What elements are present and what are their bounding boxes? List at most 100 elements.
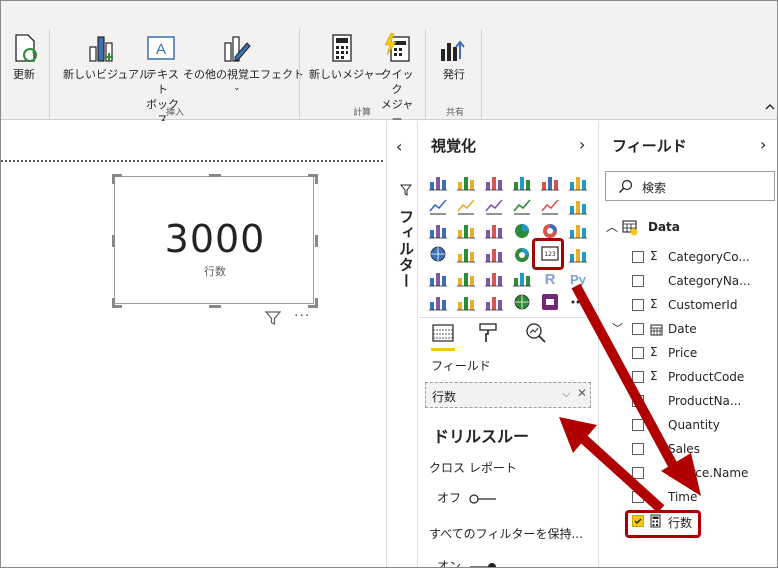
chevron-down-icon[interactable]: ⌵: [562, 387, 570, 401]
group-label-calc: 計算: [353, 108, 372, 118]
quick-measure-button[interactable]: クイック メジャー: [377, 31, 417, 126]
resize-handle[interactable]: [112, 174, 115, 184]
toggle-on-icon[interactable]: [469, 562, 497, 568]
field-checkbox[interactable]: [632, 251, 644, 263]
resize-handle[interactable]: [315, 235, 318, 247]
selected-field-highlight: [625, 510, 701, 538]
field-item[interactable]: Σ ProductCode: [600, 367, 777, 389]
funnel-chart-icon[interactable]: [455, 219, 477, 241]
keep-filters-label: すべてのフィルターを保持...: [429, 527, 583, 541]
drillthrough-title: ドリルスルー: [433, 427, 530, 446]
resize-handle[interactable]: [209, 174, 221, 177]
more-options-icon[interactable]: ···: [294, 308, 310, 324]
shape-map-icon[interactable]: [483, 243, 505, 265]
field-checkbox[interactable]: [632, 491, 644, 503]
field-checkbox[interactable]: [632, 347, 644, 359]
chevron-down-icon[interactable]: ﹀: [612, 320, 623, 336]
resize-handle[interactable]: [209, 305, 221, 308]
field-item[interactable]: Σ Price: [600, 343, 777, 365]
slicer-icon[interactable]: [455, 267, 477, 289]
100-bar-icon[interactable]: [539, 171, 561, 193]
new-measure-button[interactable]: 新しいメジャー: [307, 31, 385, 91]
cross-report-toggle[interactable]: オフ: [437, 489, 497, 506]
refresh-button[interactable]: 更新: [7, 31, 43, 91]
qa-icon[interactable]: [483, 291, 505, 313]
chevron-right-icon[interactable]: ›: [760, 135, 766, 154]
sigma-icon: Σ: [650, 369, 658, 383]
field-item[interactable]: Σ CustomerId: [600, 295, 777, 317]
area-chart-icon[interactable]: [455, 195, 477, 217]
field-checkbox[interactable]: [632, 371, 644, 383]
ribbon-chart-icon[interactable]: [567, 195, 589, 217]
table-node-data[interactable]: ︿ Data: [600, 217, 777, 239]
map-icon[interactable]: [427, 243, 449, 265]
python-visual-icon[interactable]: Py: [567, 267, 589, 289]
table-visual-icon[interactable]: [483, 267, 505, 289]
page-boundary: [1, 160, 383, 162]
filled-map-icon[interactable]: [455, 243, 477, 265]
search-input[interactable]: 検索: [605, 171, 775, 201]
publish-button[interactable]: 発行: [433, 31, 473, 91]
field-item[interactable]: ProductNa...: [600, 391, 777, 413]
fields-tab-icon[interactable]: [431, 323, 455, 343]
decomposition-tree-icon[interactable]: [455, 291, 477, 313]
line-column-icon[interactable]: [511, 195, 533, 217]
powerapps-icon[interactable]: [539, 291, 561, 313]
line-chart-icon[interactable]: [427, 195, 449, 217]
field-item[interactable]: ﹀ Date: [600, 319, 777, 341]
pie-icon[interactable]: [511, 219, 533, 241]
treemap-icon[interactable]: [567, 219, 589, 241]
collapse-ribbon-icon[interactable]: [764, 101, 776, 113]
key-influencers-icon[interactable]: [427, 291, 449, 313]
stacked-column-icon[interactable]: [455, 171, 477, 193]
field-checkbox[interactable]: [632, 275, 644, 287]
100-column-icon[interactable]: [567, 171, 589, 193]
resize-handle[interactable]: [315, 298, 318, 308]
resize-handle[interactable]: [315, 174, 318, 184]
field-checkbox[interactable]: [632, 395, 644, 407]
r-visual-icon[interactable]: R: [539, 267, 561, 289]
field-checkbox[interactable]: [632, 443, 644, 455]
field-well[interactable]: 行数 ⌵ ✕: [425, 382, 591, 408]
arcgis-icon[interactable]: [511, 291, 533, 313]
keep-filters-toggle[interactable]: オン: [437, 557, 497, 568]
field-item[interactable]: Time: [600, 487, 777, 509]
report-canvas[interactable]: 3000 行数 ···: [1, 121, 387, 567]
filter-icon[interactable]: [265, 310, 281, 326]
field-item[interactable]: Sales: [600, 439, 777, 461]
matrix-icon[interactable]: [511, 267, 533, 289]
close-icon[interactable]: ✕: [577, 386, 587, 400]
chevron-up-icon[interactable]: ︿: [606, 218, 618, 235]
field-checkbox[interactable]: [632, 467, 644, 479]
toggle-off-icon[interactable]: [469, 493, 497, 504]
more-icon[interactable]: [567, 291, 589, 313]
more-visuals-button[interactable]: その他の視覚エフェクト ⌄: [181, 31, 304, 101]
analytics-magnifier-icon[interactable]: [525, 322, 547, 344]
stacked-bar-icon[interactable]: [427, 171, 449, 193]
waterfall-icon[interactable]: [427, 219, 449, 241]
chevron-left-icon[interactable]: ‹: [396, 137, 402, 156]
gauge-icon[interactable]: [511, 243, 533, 265]
toggle-state-label: オン: [437, 559, 462, 568]
field-item[interactable]: Σ CategoryCo...: [600, 247, 777, 269]
clustered-column-icon[interactable]: [511, 171, 533, 193]
stacked-area-icon[interactable]: [483, 195, 505, 217]
resize-handle[interactable]: [112, 298, 115, 308]
card-visual[interactable]: 3000 行数: [112, 174, 318, 308]
field-checkbox[interactable]: [632, 299, 644, 311]
textbox-button[interactable]: A テキスト ボックス: [141, 31, 181, 126]
scatter-icon[interactable]: [483, 219, 505, 241]
paint-roller-icon[interactable]: [477, 322, 499, 344]
clustered-bar-icon[interactable]: [483, 171, 505, 193]
filter-pane-collapsed[interactable]: ‹ フィルター: [388, 121, 418, 567]
line-clustered-icon[interactable]: [539, 195, 561, 217]
new-visual-button[interactable]: 新しいビジュアル: [61, 31, 150, 91]
field-checkbox[interactable]: [632, 323, 644, 335]
field-item[interactable]: Source.Name: [600, 463, 777, 485]
field-item[interactable]: Quantity: [600, 415, 777, 437]
field-item[interactable]: CategoryNa...: [600, 271, 777, 293]
chevron-right-icon[interactable]: ›: [579, 135, 585, 154]
field-checkbox[interactable]: [632, 419, 644, 431]
kpi-icon[interactable]: [427, 267, 449, 289]
multirow-card-icon[interactable]: [567, 243, 589, 265]
